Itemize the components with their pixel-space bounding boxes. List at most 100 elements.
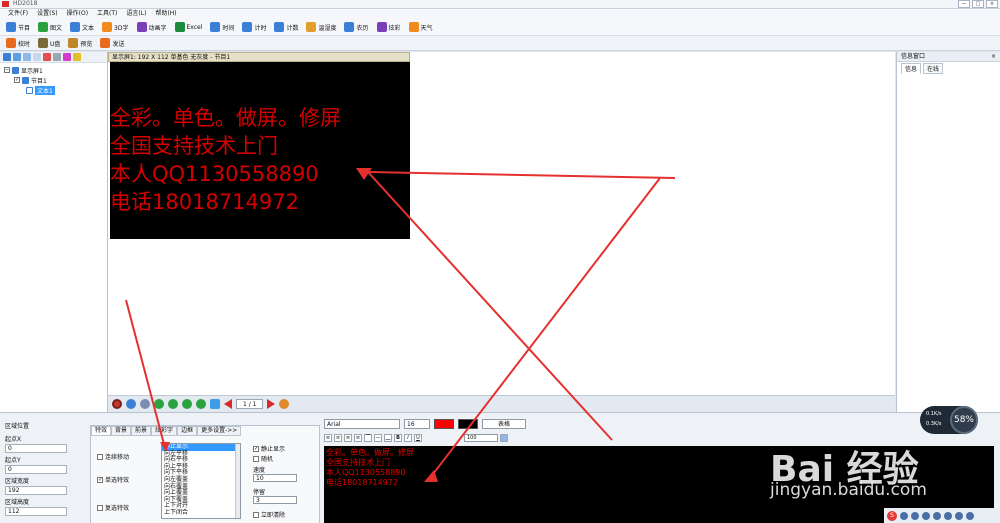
toolbar2-button-1[interactable]: U盘 bbox=[36, 37, 62, 50]
tab-online[interactable]: 在线 bbox=[923, 63, 944, 74]
zoom-out-icon[interactable] bbox=[140, 399, 150, 409]
tab-background[interactable]: 背景 bbox=[111, 426, 132, 436]
tab-info[interactable]: 信息 bbox=[901, 63, 922, 74]
tab-more-settings[interactable]: 更多设置->> bbox=[197, 426, 242, 436]
static-display-checkbox[interactable]: ✓ bbox=[253, 445, 259, 452]
image-icon[interactable] bbox=[500, 434, 508, 442]
align-top-icon[interactable] bbox=[182, 399, 192, 409]
tray-icon[interactable] bbox=[911, 511, 919, 520]
static-display-option[interactable]: ✓ 静止显示 bbox=[253, 444, 285, 453]
clear-now-option[interactable]: 立即清除 bbox=[253, 510, 285, 519]
delete-icon[interactable] bbox=[43, 53, 51, 61]
valign-top-icon[interactable]: ⎺ bbox=[364, 434, 372, 442]
continuous-move-option[interactable]: 连续移动 bbox=[97, 452, 129, 461]
background-color-swatch[interactable] bbox=[458, 419, 478, 429]
table-button[interactable]: 表格 bbox=[482, 419, 526, 429]
menu-language[interactable]: 语言(L) bbox=[126, 9, 146, 19]
toolbar-button-7[interactable]: 计时 bbox=[240, 21, 268, 34]
font-size-select[interactable]: 16 bbox=[404, 419, 430, 429]
effect-list-scrollbar[interactable] bbox=[235, 444, 240, 518]
text-color-swatch[interactable] bbox=[434, 419, 454, 429]
tray-icon[interactable] bbox=[933, 511, 941, 520]
toolbar-button-5[interactable]: Excel bbox=[173, 21, 205, 34]
effect-list-item[interactable]: 上下闭合 bbox=[162, 509, 240, 517]
start-x-field[interactable]: 0 bbox=[5, 444, 67, 453]
stay-select[interactable]: 3 bbox=[253, 496, 297, 504]
add-program-icon[interactable] bbox=[13, 53, 21, 61]
tree-node-text[interactable]: 文本1 bbox=[4, 85, 103, 95]
start-y-field[interactable]: 0 bbox=[5, 465, 67, 474]
tray-icon[interactable] bbox=[966, 511, 974, 520]
continuous-move-checkbox[interactable] bbox=[97, 453, 103, 460]
align-right-icon[interactable] bbox=[168, 399, 178, 409]
next-page-icon[interactable] bbox=[267, 399, 276, 409]
align-left-icon[interactable] bbox=[154, 399, 164, 409]
menu-operation[interactable]: 操作(O) bbox=[67, 9, 88, 19]
stop-icon[interactable] bbox=[112, 399, 122, 409]
lock-icon[interactable] bbox=[73, 53, 81, 61]
zoom-in-icon[interactable] bbox=[126, 399, 136, 409]
clear-now-checkbox[interactable] bbox=[253, 511, 259, 518]
toolbar-button-3[interactable]: 3D字 bbox=[100, 21, 130, 34]
underline-button[interactable]: U bbox=[414, 434, 422, 442]
random-checkbox[interactable] bbox=[253, 455, 259, 462]
scale-field[interactable]: 100 bbox=[464, 434, 498, 442]
toolbar-button-8[interactable]: 计数 bbox=[272, 21, 300, 34]
move-down-icon[interactable] bbox=[63, 53, 71, 61]
toolbar-button-4[interactable]: 动画字 bbox=[135, 21, 169, 34]
add-screen-icon[interactable] bbox=[3, 53, 11, 61]
single-effect-checkbox[interactable]: ✓ bbox=[97, 476, 103, 483]
toolbar-button-11[interactable]: 炫彩 bbox=[375, 21, 403, 34]
valign-bottom-icon[interactable]: ⎽ bbox=[384, 434, 392, 442]
tab-foreground[interactable]: 前景 bbox=[131, 426, 152, 436]
paste-icon[interactable] bbox=[33, 53, 41, 61]
tray-icon[interactable] bbox=[900, 511, 908, 520]
toolbar2-button-0[interactable]: 校时 bbox=[4, 37, 32, 50]
align-right-text-icon[interactable]: ≡ bbox=[344, 434, 352, 442]
align-center-text-icon[interactable]: ≡ bbox=[334, 434, 342, 442]
menu-help[interactable]: 帮助(H) bbox=[155, 9, 176, 19]
toolbar-button-9[interactable]: 温湿度 bbox=[304, 21, 338, 34]
led-screen-preview[interactable]: 全彩。单色。做屏。修屏 全国支持技术上门 本人QQ1130558890 电话18… bbox=[110, 62, 410, 239]
settings-icon[interactable] bbox=[279, 399, 290, 409]
copy-icon[interactable] bbox=[23, 53, 31, 61]
width-field[interactable]: 192 bbox=[5, 486, 67, 495]
menu-settings[interactable]: 设置(S) bbox=[37, 9, 58, 19]
random-option[interactable]: 随机 bbox=[253, 454, 273, 463]
toolbar2-button-2[interactable]: 预览 bbox=[66, 37, 94, 50]
close-icon[interactable]: × bbox=[991, 52, 996, 62]
multi-effect-option[interactable]: 复选特效 bbox=[97, 503, 129, 512]
tray-icon[interactable] bbox=[944, 511, 952, 520]
align-left-text-icon[interactable]: ≡ bbox=[324, 434, 332, 442]
toolbar-button-2[interactable]: 文本 bbox=[68, 21, 96, 34]
move-icon[interactable] bbox=[210, 399, 220, 409]
close-button[interactable]: × bbox=[986, 0, 998, 8]
menu-file[interactable]: 文件(F) bbox=[8, 9, 28, 19]
prev-page-icon[interactable] bbox=[224, 399, 232, 409]
multi-effect-checkbox[interactable] bbox=[97, 504, 103, 511]
tray-icon[interactable] bbox=[955, 511, 963, 520]
toolbar-button-6[interactable]: 时间 bbox=[208, 21, 236, 34]
maximize-button[interactable]: □ bbox=[972, 0, 984, 8]
move-up-icon[interactable] bbox=[53, 53, 61, 61]
toolbar-button-1[interactable]: 图文 bbox=[36, 21, 64, 34]
tree-node-program[interactable]: ✓ 节目1 bbox=[4, 75, 103, 85]
font-family-select[interactable]: Arial bbox=[324, 419, 400, 429]
height-field[interactable]: 112 bbox=[5, 507, 67, 516]
network-speed-widget[interactable]: 0.1K/s 0.3K/s 58% bbox=[920, 406, 978, 434]
justify-text-icon[interactable]: ≡ bbox=[354, 434, 362, 442]
align-bottom-icon[interactable] bbox=[196, 399, 206, 409]
toolbar-button-12[interactable]: 天气 bbox=[407, 21, 435, 34]
speed-select[interactable]: 10 bbox=[253, 474, 297, 482]
toolbar-button-0[interactable]: 节目 bbox=[4, 21, 32, 34]
checkbox-program[interactable]: ✓ bbox=[14, 77, 20, 83]
single-effect-option[interactable]: ✓ 单选特效 bbox=[97, 475, 129, 484]
minimize-button[interactable]: — bbox=[958, 0, 970, 8]
tab-effects[interactable]: 特效 bbox=[91, 426, 112, 436]
tree-node-screen[interactable]: − 显示屏1 bbox=[4, 65, 103, 75]
tab-colorful-text[interactable]: 炫彩字 bbox=[151, 426, 178, 436]
valign-middle-icon[interactable]: — bbox=[374, 434, 382, 442]
tray-icon[interactable] bbox=[922, 511, 930, 520]
expand-icon[interactable]: − bbox=[4, 67, 10, 73]
italic-button[interactable]: I bbox=[404, 434, 412, 442]
